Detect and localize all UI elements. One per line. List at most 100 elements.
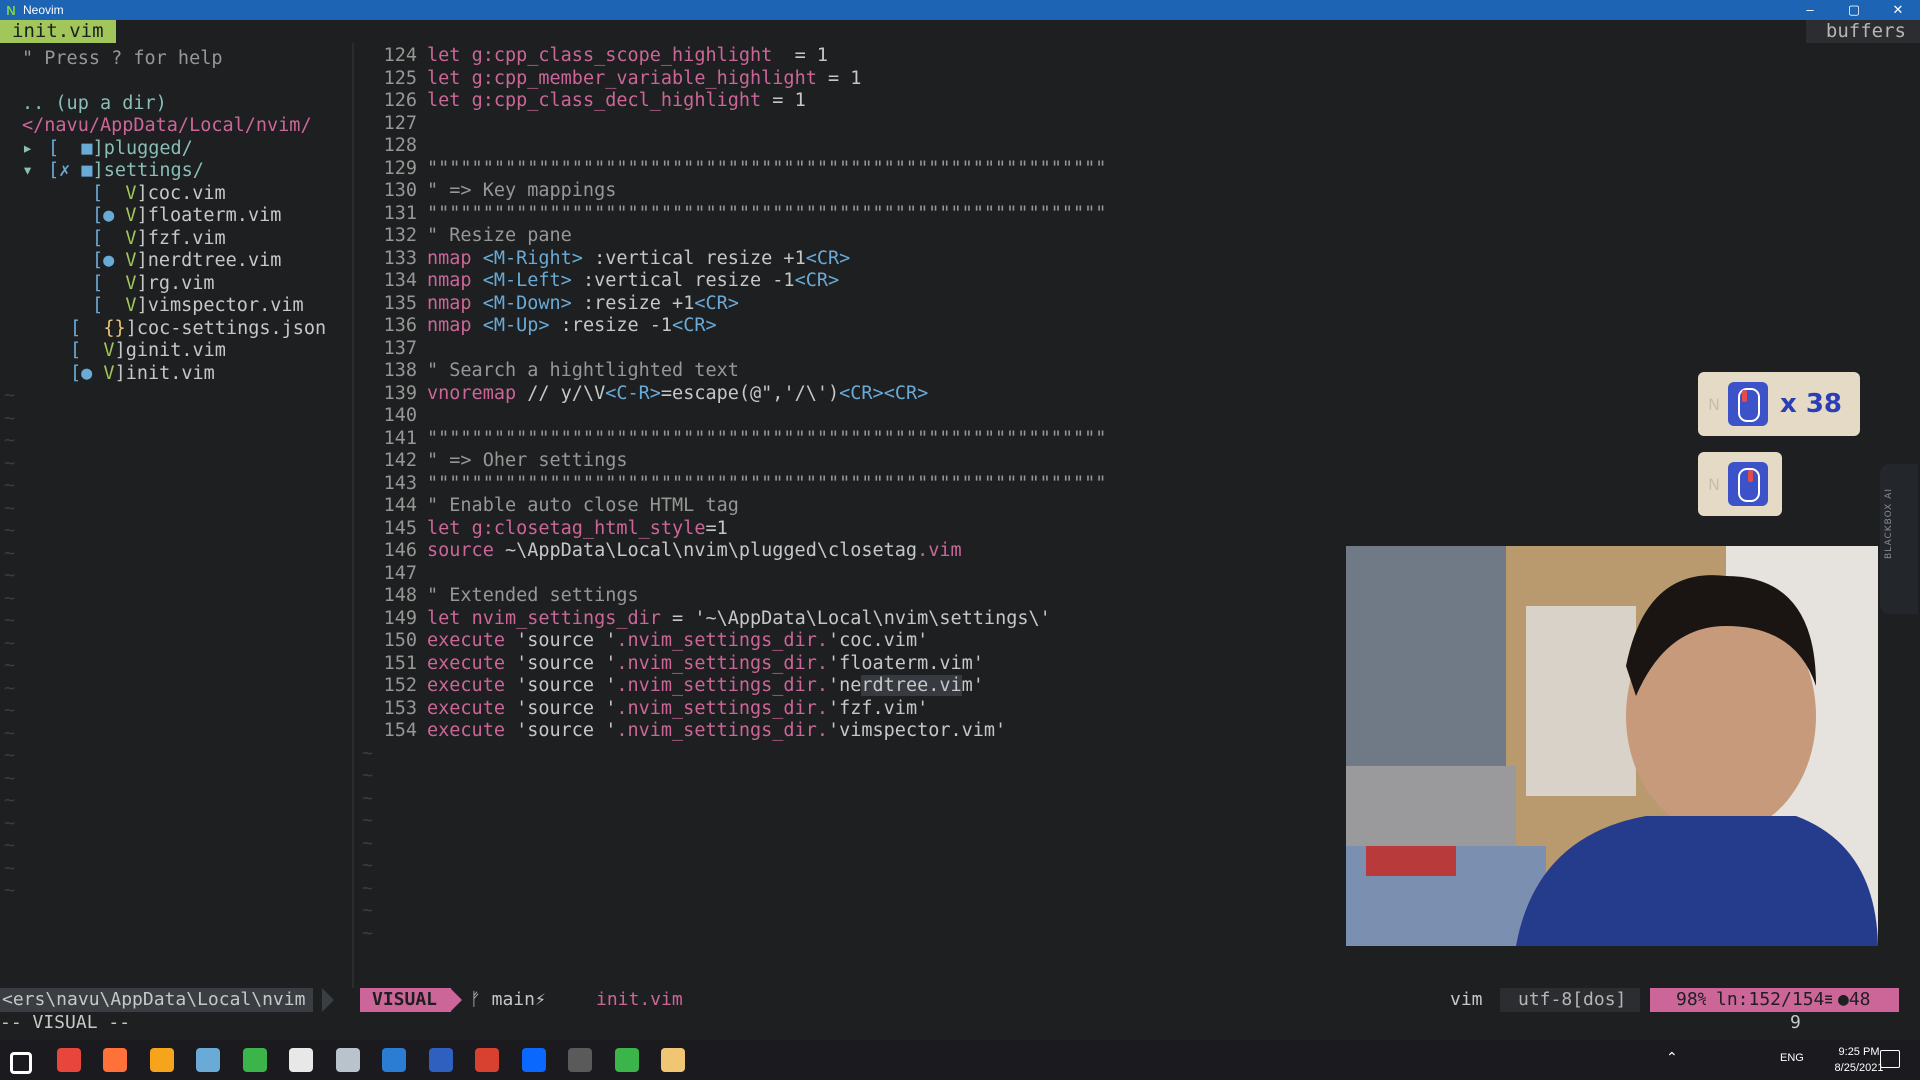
code-line[interactable]: 130 " => Key mappings xyxy=(360,180,617,202)
code-line[interactable]: 149 let nvim_settings_dir = '~\AppData\Lo… xyxy=(360,608,1051,630)
code-line[interactable]: 147 xyxy=(360,563,427,585)
tray-chevron-icon[interactable]: ⌃ xyxy=(1666,1050,1678,1066)
code-token: let xyxy=(427,607,472,629)
empty-line-marker: ~ xyxy=(4,767,16,789)
code-token: g:cpp_member_variable_highlight xyxy=(471,67,817,89)
code-line[interactable]: 124 let g:cpp_class_scope_highlight = 1 xyxy=(360,45,828,67)
tree-item[interactable]: [● V]nerdtree.vim xyxy=(66,250,281,272)
code-token: <C-R> xyxy=(605,382,661,404)
code-line[interactable]: 151 execute 'source '.nvim_settings_dir.'… xyxy=(360,653,984,675)
code-line[interactable]: 145 let g:closetag_html_style=1 xyxy=(360,518,728,540)
tree-expand-icon[interactable]: ▸ xyxy=(22,138,48,160)
tree-item-label: ]plugged/ xyxy=(92,137,193,159)
code-token: :vertical resize +1 xyxy=(582,247,806,269)
code-line[interactable]: 153 execute 'source '.nvim_settings_dir.'… xyxy=(360,698,929,720)
code-token: m' xyxy=(961,675,984,696)
media-icon[interactable] xyxy=(661,1048,685,1072)
tree-item[interactable]: [ V]coc.vim xyxy=(66,183,226,205)
tree-item[interactable]: [● V]floaterm.vim xyxy=(66,205,281,227)
code-token: = 1 xyxy=(761,90,806,111)
line-number: 131 xyxy=(383,202,417,224)
code-line[interactable]: 133 nmap <M-Right> :vertical resize +1<CR… xyxy=(360,247,851,270)
code-token: <CR><CR> xyxy=(839,382,929,404)
code-line[interactable]: 135 nmap <M-Down> :resize +1<CR> xyxy=(360,293,739,315)
input-language[interactable]: ENG xyxy=(1780,1052,1804,1064)
chrome-icon[interactable] xyxy=(56,1048,81,1072)
notification-center-icon[interactable] xyxy=(1880,1050,1900,1068)
code-line[interactable]: 125 let g:cpp_member_variable_highlight =… xyxy=(360,67,862,90)
maps-icon[interactable] xyxy=(242,1048,267,1072)
tree-item-status: [ xyxy=(92,227,126,249)
line-number: 146 xyxy=(383,540,417,561)
neovim-icon[interactable] xyxy=(614,1048,639,1072)
zalo-icon[interactable] xyxy=(521,1048,546,1072)
git-icon[interactable] xyxy=(289,1048,313,1072)
tree-item[interactable]: [ {}]coc-settings.json xyxy=(44,318,326,340)
maximize-button[interactable]: ▢ xyxy=(1832,0,1876,20)
tree-header-line[interactable]: .. (up a dir) xyxy=(22,93,167,115)
code-line[interactable]: 141 """""""""""""""""""""""""""""""""""""… xyxy=(360,428,1107,450)
xampp-icon[interactable] xyxy=(149,1048,174,1072)
statusline-position: ln:152/154≡ xyxy=(1706,988,1846,1012)
outlook-icon[interactable] xyxy=(428,1048,453,1072)
line-number: 132 xyxy=(383,225,417,246)
code-token: <CR> xyxy=(672,315,717,336)
tree-header-line: " Press ? for help xyxy=(22,47,223,69)
filezilla-icon[interactable] xyxy=(475,1048,499,1072)
obs-icon[interactable] xyxy=(568,1048,592,1072)
code-line[interactable]: 131 """""""""""""""""""""""""""""""""""""… xyxy=(360,202,1107,225)
steam-icon[interactable] xyxy=(335,1048,360,1072)
code-line[interactable]: 134 nmap <M-Left> :vertical resize -1<CR> xyxy=(360,270,840,292)
code-line[interactable]: 128 xyxy=(360,135,427,157)
code-line[interactable]: 150 execute 'source '.nvim_settings_dir.'… xyxy=(360,630,929,652)
code-line[interactable]: 129 """""""""""""""""""""""""""""""""""""… xyxy=(360,158,1107,180)
code-token: """"""""""""""""""""""""""""""""""""""""… xyxy=(427,472,1107,494)
tree-item[interactable]: [ V]rg.vim xyxy=(66,273,215,295)
command-line[interactable]: -- VISUAL -- 9 xyxy=(0,1012,1920,1034)
statusline-mode: VISUAL xyxy=(360,988,452,1012)
tree-item[interactable]: [ V]vimspector.vim xyxy=(66,295,304,317)
code-token: 'source ' xyxy=(516,630,617,651)
code-line[interactable]: 139 vnoremap // y/\V<C-R>=escape(@",'/\')… xyxy=(360,382,929,405)
line-number: 152 xyxy=(383,675,417,696)
code-line[interactable]: 143 """""""""""""""""""""""""""""""""""""… xyxy=(360,472,1107,495)
code-line[interactable]: 146 source ~\AppData\Local\nvim\plugged\c… xyxy=(360,540,962,562)
windows-start-icon[interactable] xyxy=(10,1052,32,1074)
empty-line-marker: ~ xyxy=(362,900,374,921)
tree-header-line[interactable]: </navu/AppData/Local/nvim/ xyxy=(22,115,312,137)
code-line[interactable]: 144 " Enable auto close HTML tag xyxy=(360,495,739,517)
code-line[interactable]: 137 xyxy=(360,338,427,360)
statusline-filetype: vim xyxy=(1450,989,1483,1010)
code-line[interactable]: 138 " Search a hightlighted text xyxy=(360,360,739,382)
code-token: 'source ' xyxy=(516,652,617,674)
code-token: " Extended settings xyxy=(427,585,639,606)
code-token: g:closetag_html_style xyxy=(471,517,706,539)
tree-item[interactable]: [ V]fzf.vim xyxy=(66,228,226,250)
tree-expand-icon[interactable]: ▾ xyxy=(22,160,48,182)
code-line[interactable]: 148 " Extended settings xyxy=(360,585,639,607)
code-line[interactable]: 154 execute 'source '.nvim_settings_dir.'… xyxy=(360,720,1007,742)
tree-item[interactable]: [● V]init.vim xyxy=(44,363,215,385)
tab-init-vim[interactable]: init.vim xyxy=(0,20,116,43)
blackbox-ai-sidebar-tab[interactable]: BLACKBOX AI xyxy=(1880,464,1918,614)
code-line[interactable]: 142 " => Oher settings xyxy=(360,450,628,472)
docs-icon[interactable] xyxy=(382,1048,406,1072)
tree-item[interactable]: [ V]ginit.vim xyxy=(44,340,226,362)
vim-file-icon: V xyxy=(125,295,137,316)
vertical-split-divider[interactable] xyxy=(352,43,354,990)
code-token: // y/\V xyxy=(527,382,606,404)
firefox-icon[interactable] xyxy=(103,1048,127,1072)
sourcetree-icon[interactable] xyxy=(196,1048,220,1072)
tree-item[interactable]: ▾ [✗ ■]settings/ xyxy=(22,160,204,182)
empty-line-marker: ~ xyxy=(4,542,16,564)
code-line[interactable]: 152 execute 'source '.nvim_settings_dir.'… xyxy=(360,675,984,697)
code-line[interactable]: 126 let g:cpp_class_decl_highlight = 1 xyxy=(360,90,806,112)
code-line[interactable]: 140 xyxy=(360,405,427,427)
code-line[interactable]: 127 xyxy=(360,113,427,135)
code-line[interactable]: 132 " Resize pane xyxy=(360,225,572,247)
close-button[interactable]: ✕ xyxy=(1876,0,1920,20)
code-line[interactable]: 136 nmap <M-Up> :resize -1<CR> xyxy=(360,315,717,337)
minimize-button[interactable]: – xyxy=(1788,0,1832,20)
tree-item-label: ]nerdtree.vim xyxy=(136,250,282,271)
tree-item[interactable]: ▸[ ■]plugged/ xyxy=(22,138,193,160)
